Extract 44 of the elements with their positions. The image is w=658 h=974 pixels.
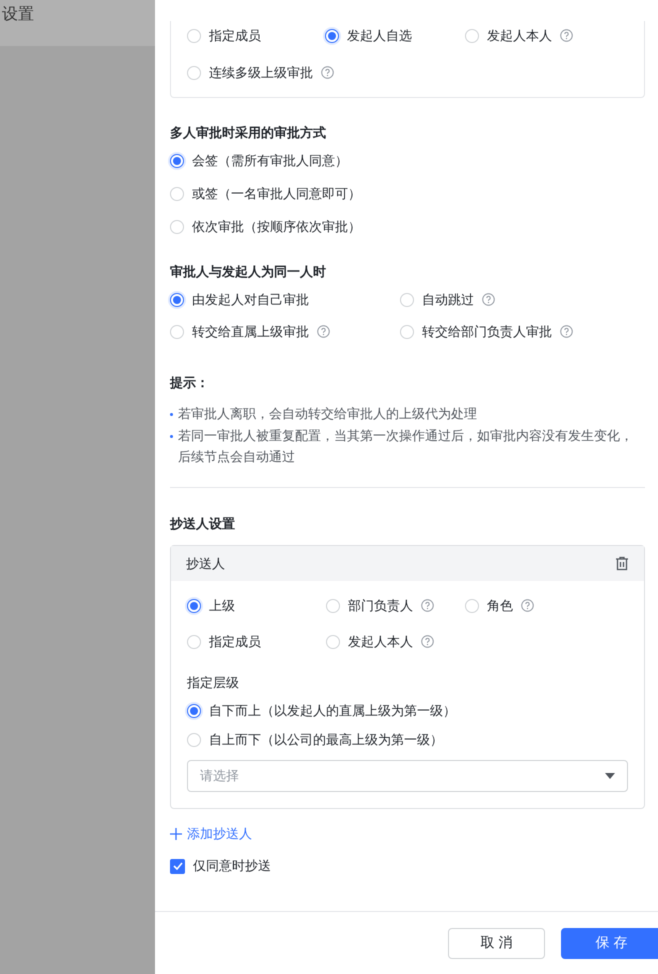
save-button[interactable]: 保 存: [561, 928, 658, 958]
option-label: 角色: [487, 598, 513, 614]
option-label: 由发起人对自己审批: [192, 292, 309, 308]
radio-button[interactable]: [187, 704, 201, 718]
option-label: 或签（一名审批人同意即可）: [192, 186, 361, 202]
option-label: 上级: [209, 598, 235, 614]
option-label: 发起人本人: [487, 28, 552, 44]
trash-icon[interactable]: [615, 556, 629, 571]
option-label: 连续多级上级审批: [209, 64, 313, 82]
radio-button[interactable]: [325, 28, 339, 42]
section-title: 抄送人设置: [170, 516, 236, 533]
option-label: 指定成员: [209, 28, 261, 44]
option-label: 自上而下（以公司的最高上级为第一级）: [209, 732, 443, 748]
caret-icon: [605, 773, 615, 779]
option-label: 依次审批（按顺序依次审批）: [192, 218, 361, 236]
option-label: 发起人自选: [347, 28, 412, 44]
plus-icon: [170, 828, 182, 840]
option-label: 指定成员: [209, 634, 261, 650]
radio-button[interactable]: [187, 598, 201, 612]
option-label: 自下而上（以发起人的直属上级为第一级）: [209, 702, 456, 720]
option-label: 会签（需所有审批人同意）: [192, 152, 348, 170]
option-label: 转交给部门负责人审批: [422, 324, 552, 340]
cancel-button[interactable]: 取 消: [448, 928, 545, 958]
checkbox[interactable]: [170, 858, 185, 874]
bullet-icon: [170, 435, 173, 438]
option-label: 部门负责人: [348, 598, 413, 614]
section-title: 审批人与发起人为同一人时: [170, 264, 327, 281]
check-icon: [172, 862, 182, 870]
card-title: 抄送人: [186, 556, 225, 572]
tips-title: 提示：: [170, 375, 210, 392]
checkbox-label: 仅同意时抄送: [193, 858, 271, 875]
tip-text: 若同一审批人被重复配置，当其第一次操作通过后，如审批内容没有发生变化，后续节点会自动通过: [178, 428, 634, 467]
field-label: 指定层级: [187, 675, 240, 692]
add-cc-link[interactable]: 添加抄送人: [170, 825, 252, 843]
tip-text: 若审批人离职，会自动转交给审批人的上级代为处理: [178, 406, 477, 424]
option-label: 发起人本人: [348, 634, 413, 650]
radio-button[interactable]: [170, 154, 184, 168]
page-title: 设置: [2, 4, 34, 25]
option-label: 自动跳过: [422, 292, 474, 308]
radio-button[interactable]: [170, 292, 184, 306]
option-label: 转交给直属上级审批: [192, 324, 309, 340]
bullet-icon: [170, 413, 173, 416]
section-title: 多人审批时采用的审批方式: [170, 124, 327, 142]
select-field[interactable]: 请选择: [187, 760, 628, 792]
